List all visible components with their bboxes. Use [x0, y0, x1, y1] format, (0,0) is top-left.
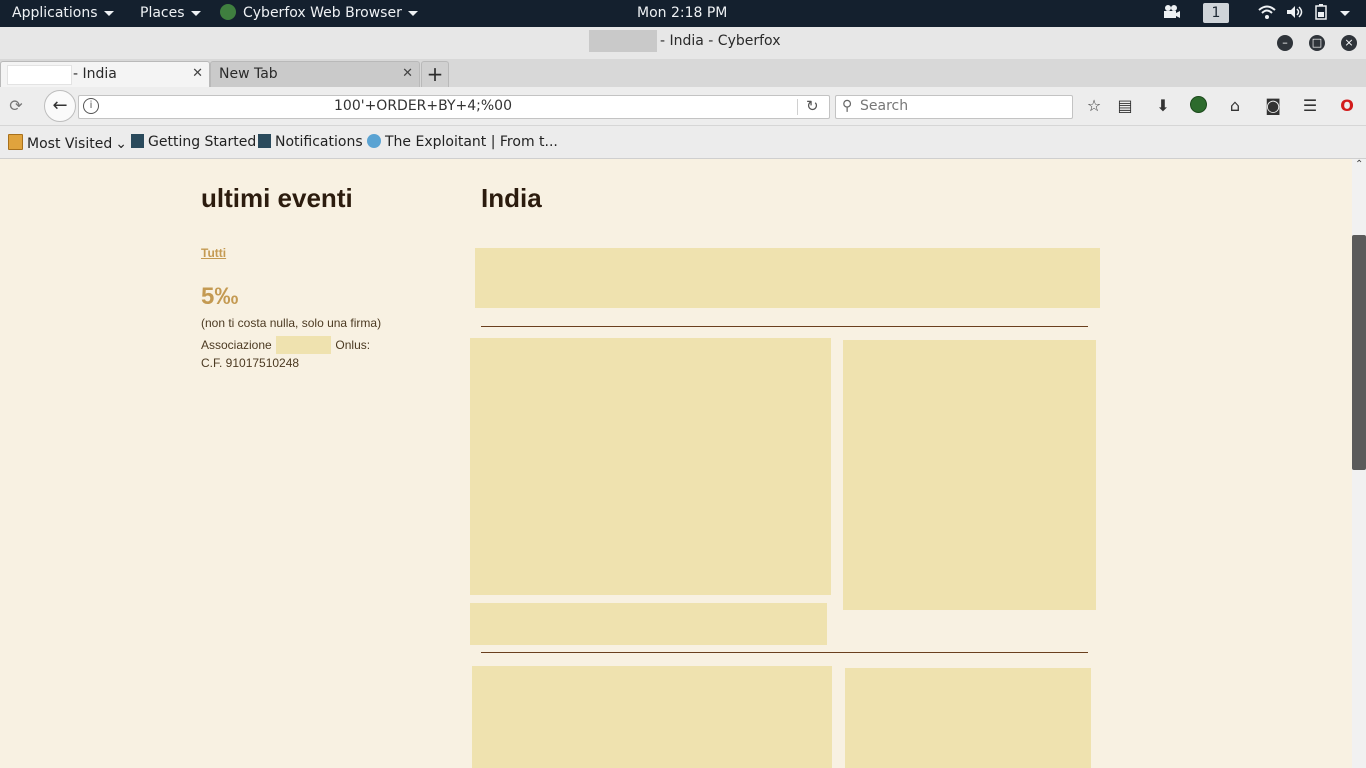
system-top-bar: Applications Places Cyberfox Web Browser…: [0, 0, 1366, 27]
article-image-placeholder[interactable]: [845, 668, 1091, 768]
association-line: Associazione Onlus:: [201, 336, 370, 354]
clock[interactable]: Mon 2:18 PM: [637, 0, 727, 27]
chevron-down-icon: ⌄: [115, 136, 127, 152]
addon-shield-icon[interactable]: [1188, 96, 1208, 116]
window-titlebar: - India - Cyberfox – □ ×: [0, 27, 1366, 60]
tax-code: C.F. 91017510248: [201, 356, 300, 370]
workspace-indicator[interactable]: 1: [1203, 3, 1229, 23]
search-field[interactable]: ⚲ Search: [835, 95, 1073, 119]
new-tab-button[interactable]: +: [421, 61, 449, 88]
wifi-icon[interactable]: [1258, 0, 1276, 27]
minimize-icon[interactable]: –: [1277, 35, 1293, 51]
reload-icon[interactable]: ↻: [806, 97, 819, 115]
system-menu-chevron-down-icon[interactable]: [1334, 0, 1350, 27]
pocket-icon[interactable]: ◙: [1263, 96, 1283, 116]
main-heading: India: [481, 183, 542, 213]
battery-icon[interactable]: [1314, 0, 1330, 27]
vertical-scrollbar-thumb[interactable]: [1352, 235, 1366, 470]
places-menu[interactable]: Places: [140, 0, 201, 27]
places-label: Places: [140, 5, 185, 21]
applications-menu[interactable]: Applications: [12, 0, 114, 27]
search-placeholder: Search: [860, 98, 909, 114]
redacted-title-block: [589, 30, 657, 52]
article-image-placeholder[interactable]: [843, 340, 1096, 610]
active-app-label: Cyberfox Web Browser: [243, 5, 402, 21]
folder-icon: [8, 134, 23, 150]
all-events-link[interactable]: Tutti: [201, 246, 226, 260]
redacted-name-block: [276, 336, 332, 354]
back-button[interactable]: ←: [44, 90, 76, 122]
scroll-up-icon[interactable]: ⌃: [1355, 159, 1363, 170]
chevron-down-icon: [103, 10, 114, 16]
tab-india[interactable]: - India ✕: [0, 61, 210, 88]
applications-label: Applications: [12, 5, 98, 21]
caption-placeholder[interactable]: [470, 603, 827, 645]
back-arrow-icon: ←: [52, 95, 68, 116]
bookmark-label: Getting Started: [148, 134, 257, 150]
close-tab-icon[interactable]: ✕: [402, 66, 413, 81]
camera-icon[interactable]: [1162, 0, 1180, 27]
bookmark-page-icon: [258, 134, 271, 148]
donation-note: (non ti costa nulla, solo una firma): [201, 316, 382, 330]
close-icon[interactable]: ×: [1341, 35, 1357, 51]
volume-icon[interactable]: [1286, 0, 1304, 27]
home-icon[interactable]: ⌂: [1225, 96, 1245, 116]
page-content: ultimi eventi Tutti 5‰ (non ti costa nul…: [0, 159, 1352, 768]
search-icon: ⚲: [842, 98, 853, 114]
wordpress-icon: [367, 134, 381, 148]
tab-strip: - India ✕ New Tab ✕ +: [0, 59, 1366, 88]
redacted-tab-block: [7, 65, 72, 85]
bookmarks-toolbar: Most Visited ⌄ Getting Started Notificati…: [0, 126, 1366, 159]
banner-image-placeholder[interactable]: [475, 248, 1100, 308]
tab-label: New Tab: [219, 66, 278, 82]
chevron-down-icon: [190, 10, 201, 16]
section-divider: [481, 652, 1088, 653]
tab-new-tab[interactable]: New Tab ✕: [210, 61, 420, 88]
cyberfox-menu-icon[interactable]: ⟳: [6, 96, 26, 116]
section-divider: [481, 326, 1088, 327]
cyberfox-icon: [220, 4, 236, 20]
tab-label: - India: [73, 66, 117, 82]
article-image-placeholder[interactable]: [472, 666, 832, 768]
bookmark-most-visited[interactable]: Most Visited ⌄: [8, 134, 127, 152]
association-suffix: Onlus:: [335, 338, 371, 352]
bookmark-star-icon[interactable]: ☆: [1084, 96, 1104, 116]
bookmarks-library-icon[interactable]: ▤: [1115, 96, 1135, 116]
association-prefix: Associazione: [201, 338, 272, 352]
bookmark-getting-started[interactable]: Getting Started: [131, 134, 256, 150]
bookmark-label: Most Visited: [27, 136, 113, 152]
url-bar[interactable]: i 100'+ORDER+BY+4;%00 ↻: [78, 95, 830, 119]
maximize-icon[interactable]: □: [1309, 35, 1325, 51]
info-icon: i: [83, 98, 99, 114]
active-app-menu[interactable]: Cyberfox Web Browser: [220, 0, 418, 27]
window-title: - India - Cyberfox: [660, 33, 781, 49]
chevron-down-icon: [407, 10, 418, 16]
url-text: 100'+ORDER+BY+4;%00: [334, 98, 512, 114]
downloads-icon[interactable]: ⬇: [1153, 96, 1173, 116]
bookmark-label: The Exploitant | From t...: [385, 134, 558, 150]
bookmark-exploitant[interactable]: The Exploitant | From t...: [367, 134, 558, 150]
bookmark-notifications[interactable]: Notifications: [258, 134, 363, 150]
navigation-toolbar: ⟳ ← i 100'+ORDER+BY+4;%00 ↻ ⚲ Search ☆ ▤…: [0, 87, 1366, 126]
sidebar-heading: ultimi eventi: [201, 183, 353, 213]
url-separator: [797, 99, 798, 115]
article-image-placeholder[interactable]: [470, 338, 831, 595]
bookmark-page-icon: [131, 134, 144, 148]
donation-title: 5‰: [201, 283, 239, 310]
opera-addon-icon[interactable]: O: [1337, 96, 1357, 116]
hamburger-menu-icon[interactable]: ☰: [1300, 96, 1320, 116]
plus-icon: +: [426, 62, 444, 86]
bookmark-label: Notifications: [275, 134, 363, 150]
close-tab-icon[interactable]: ✕: [192, 66, 203, 81]
